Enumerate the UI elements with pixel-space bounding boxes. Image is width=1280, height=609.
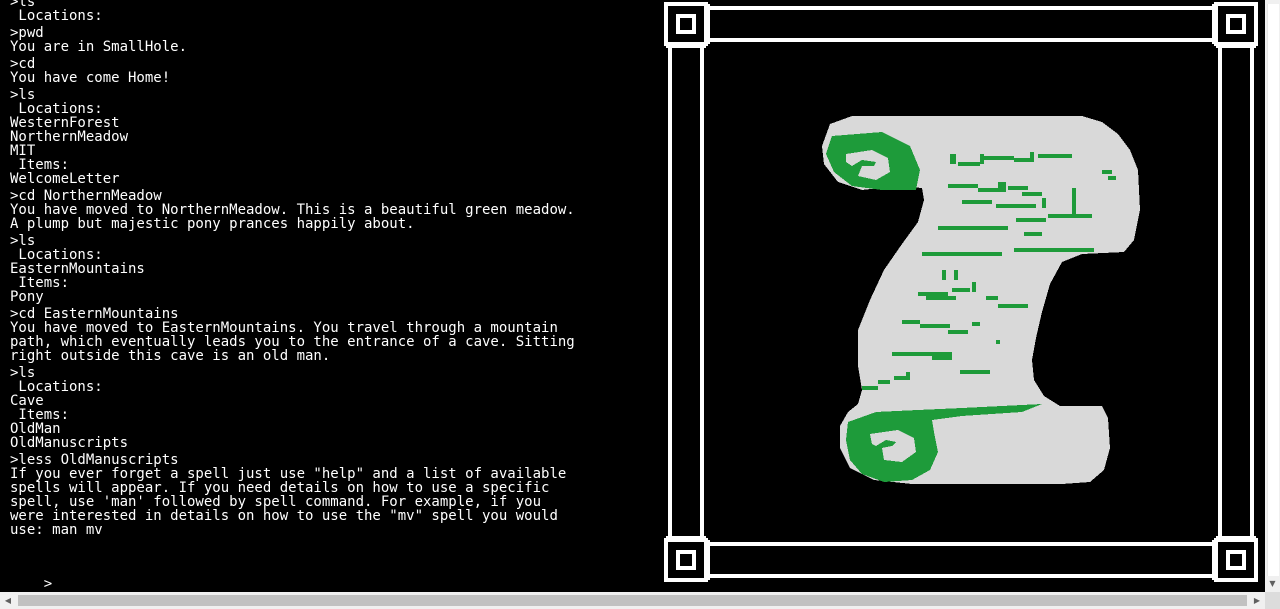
terminal-output-line: Locations:	[10, 101, 103, 117]
terminal-output: >ls Locations: >pwd You are in SmallHole. >…	[0, 0, 650, 592]
terminal-output-line: were interested in details on how to use…	[10, 508, 558, 524]
terminal-output-line: spells will appear. If you need details …	[10, 480, 550, 496]
terminal-output-line: Locations:	[10, 379, 103, 395]
terminal-output-line: If you ever forget a spell just use "hel…	[10, 466, 567, 482]
terminal-command-line: >less OldManuscripts	[10, 452, 179, 468]
terminal-command-line: >ls	[10, 233, 36, 249]
scroll-left-arrow-icon[interactable]: ◀	[0, 592, 16, 609]
terminal-command-line: >cd EasternMountains	[10, 306, 179, 322]
terminal-output-line: WelcomeLetter	[10, 171, 120, 187]
terminal-output-line: spell, use 'man' followed by spell comma…	[10, 494, 542, 510]
terminal-output-line: You have moved to NorthernMeadow. This i…	[10, 202, 575, 218]
terminal-output-line: Locations:	[10, 247, 103, 263]
terminal-output-line: path, which eventually leads you to the …	[10, 334, 575, 350]
terminal-output-line: Items:	[10, 275, 70, 291]
terminal-output-line: A plump but majestic pony prances happil…	[10, 216, 415, 232]
terminal-command-line: >pwd	[10, 25, 44, 41]
terminal-output-line: Pony	[10, 289, 44, 305]
terminal-output-line: Items:	[10, 157, 70, 173]
scroll-icon	[822, 116, 1140, 484]
scroll-right-arrow-icon[interactable]: ▶	[1249, 592, 1265, 609]
terminal-output-line: right outside this cave is an old man.	[10, 348, 331, 364]
command-prompt[interactable]: >	[10, 563, 52, 592]
terminal-output-line: You have come Home!	[10, 70, 171, 86]
terminal-output-line: Items:	[10, 407, 70, 423]
terminal-output-line: Locations:	[10, 8, 103, 24]
terminal-output-line: WesternForest	[10, 115, 120, 131]
terminal-output-line: Cave	[10, 393, 44, 409]
terminal-output-line: NorthernMeadow	[10, 129, 129, 145]
terminal-command-line: >cd NorthernMeadow	[10, 188, 162, 204]
horizontal-scrollbar[interactable]: ◀ ▶	[0, 592, 1280, 609]
scroll-down-arrow-icon[interactable]: ▼	[1265, 576, 1280, 592]
terminal-command-line: >ls	[10, 365, 36, 381]
terminal-output-line: You have moved to EasternMountains. You …	[10, 320, 558, 336]
terminal-output-line: use: man mv	[10, 522, 103, 538]
terminal-lines: >ls Locations: >pwd You are in SmallHole. >…	[10, 0, 575, 537]
horizontal-scroll-thumb[interactable]	[18, 595, 1247, 606]
scrollbar-corner	[1265, 592, 1280, 609]
terminal-command-line: >ls	[10, 87, 36, 103]
terminal-output-line: OldManuscripts	[10, 435, 129, 451]
terminal-output-line: OldMan	[10, 421, 61, 437]
terminal-output-line: MIT	[10, 143, 36, 159]
scroll-artwork	[664, 2, 1258, 582]
vertical-scrollbar[interactable]: ▼	[1265, 0, 1280, 592]
terminal-output-line: You are in SmallHole.	[10, 39, 188, 55]
terminal-output-line: EasternMountains	[10, 261, 145, 277]
prompt-symbol: >	[43, 576, 53, 592]
vertical-scroll-thumb[interactable]	[1267, 4, 1279, 576]
terminal-command-line: >cd	[10, 56, 36, 72]
